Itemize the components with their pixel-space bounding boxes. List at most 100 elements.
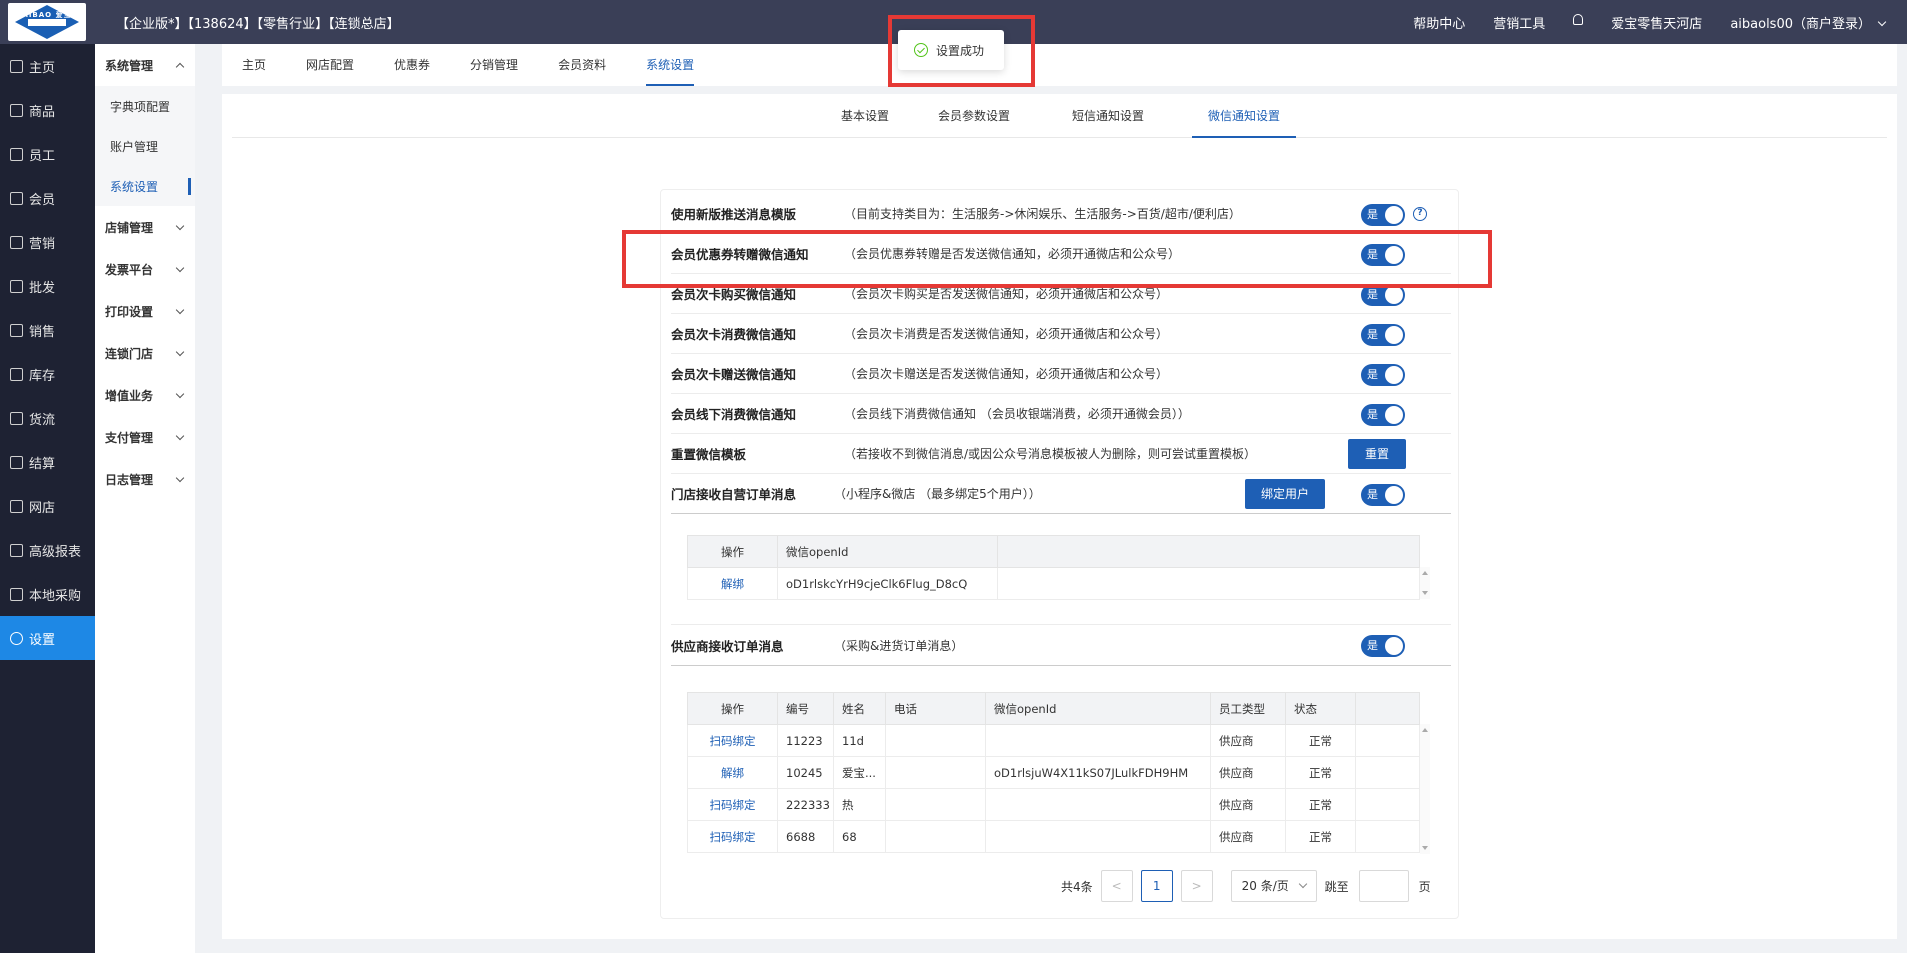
group-label: 日志管理 (105, 472, 154, 487)
pager-prev-button[interactable]: < (1100, 870, 1133, 902)
scan-bind-link[interactable]: 扫码绑定 (687, 820, 778, 853)
tab-system-settings[interactable]: 系统设置 (646, 44, 695, 86)
user-menu[interactable]: aibaols00（商户登录） (1730, 13, 1887, 32)
help-icon[interactable]: ? (1413, 207, 1427, 221)
reset-button[interactable]: 重置 (1348, 439, 1406, 469)
nav-member[interactable]: 会员 (0, 176, 95, 220)
store-name[interactable]: 爱宝零售天河店 (1611, 13, 1702, 32)
brand-logo[interactable]: AIBAO 爱宝 (8, 3, 86, 41)
tab-coupons[interactable]: 优惠券 (394, 44, 430, 86)
page-suffix: 页 (1418, 879, 1431, 894)
store-order-toggle[interactable]: 是 (1361, 484, 1405, 506)
page-size-value: 20 条/页 (1241, 879, 1289, 893)
gear-icon (10, 631, 23, 645)
nav-label: 员工 (29, 148, 56, 164)
subtab-basic[interactable]: 基本设置 (828, 94, 902, 138)
nav-staff[interactable]: 员工 (0, 132, 95, 176)
supplier-table-scrollbar[interactable] (1420, 724, 1430, 854)
setting-label: 会员优惠券转赠微信通知 (671, 247, 809, 262)
tab-member-info[interactable]: 会员资料 (558, 44, 606, 86)
col-header: 微信openId (777, 535, 998, 568)
marketing-tools-link[interactable]: 营销工具 (1493, 13, 1545, 32)
purchase-icon (10, 587, 23, 601)
setting-desc: （目前支持类目为：生活服务->休闲娱乐、生活服务->百货/超市/便利店） (844, 207, 1241, 221)
setting-row: 使用新版推送消息模版 （目前支持类目为：生活服务->休闲娱乐、生活服务->百货/… (671, 194, 1451, 234)
nav-settings[interactable]: 设置 (0, 616, 95, 660)
tab-home[interactable]: 主页 (242, 44, 266, 86)
subnav-item-dictionary[interactable]: 字典项配置 (95, 86, 195, 126)
subnav-item-accounts[interactable]: 账户管理 (95, 126, 195, 166)
pager-total: 共4条 (1061, 879, 1093, 894)
col-header: 状态 (1285, 692, 1356, 725)
report-icon (10, 543, 23, 557)
bell-icon[interactable] (1573, 13, 1584, 32)
bind-user-button[interactable]: 绑定用户 (1245, 479, 1325, 509)
pager-page-1[interactable]: 1 (1140, 870, 1173, 902)
subtab-sms[interactable]: 短信通知设置 (1060, 94, 1156, 138)
unbind-link[interactable]: 解绑 (687, 567, 778, 600)
nav-logistics[interactable]: 货流 (0, 396, 95, 440)
tab-distribution[interactable]: 分销管理 (470, 44, 518, 86)
subnav-group-store[interactable]: 店铺管理 (95, 206, 195, 248)
supplier-toggle[interactable]: 是 (1361, 635, 1405, 657)
setting-toggle[interactable]: 是 (1361, 364, 1405, 386)
setting-label: 会员次卡消费微信通知 (671, 327, 797, 342)
subtab-wechat[interactable]: 微信通知设置 (1192, 94, 1296, 138)
subtab-member-params[interactable]: 会员参数设置 (926, 94, 1022, 138)
table-row: 解绑 10245 爱宝... oD1rlsjuW4X11kS07JLulkFDH… (687, 756, 1420, 789)
subnav-group-invoice[interactable]: 发票平台 (95, 248, 195, 290)
col-header (1355, 692, 1420, 725)
pager-next-button[interactable]: > (1180, 870, 1213, 902)
nav-label: 本地采购 (29, 588, 82, 604)
marketing-icon (10, 235, 23, 249)
nav-local-purchase[interactable]: 本地采购 (0, 572, 95, 616)
nav-goods[interactable]: 商品 (0, 88, 95, 132)
nav-wholesale[interactable]: 批发 (0, 264, 95, 308)
supplier-row: 供应商接收订单消息 （采购&进货订单消息） 是 (671, 624, 1451, 666)
subnav-item-system-settings[interactable]: 系统设置 (95, 166, 195, 206)
jump-input[interactable] (1358, 870, 1409, 902)
status-cell: 正常 (1285, 724, 1356, 757)
subnav-group-chain[interactable]: 连锁门店 (95, 332, 195, 374)
page-size-select[interactable]: 20 条/页 (1230, 870, 1317, 902)
scan-bind-link[interactable]: 扫码绑定 (687, 788, 778, 821)
nav-reports[interactable]: 高级报表 (0, 528, 95, 572)
tab-webstore-config[interactable]: 网店配置 (306, 44, 354, 86)
setting-toggle[interactable]: 是 (1361, 324, 1405, 346)
nav-marketing[interactable]: 营销 (0, 220, 95, 264)
setting-toggle[interactable]: 是 (1361, 284, 1405, 306)
setting-toggle[interactable]: 是 (1361, 244, 1405, 266)
pagination: 共4条 < 1 > 20 条/页 跳至 页 (1061, 870, 1431, 902)
nav-label: 高级报表 (29, 544, 82, 560)
subnav-group-logs[interactable]: 日志管理 (95, 458, 195, 500)
empty-cell (997, 567, 1420, 600)
nav-settlement[interactable]: 结算 (0, 440, 95, 484)
toggle-label: 是 (1367, 328, 1378, 341)
chevron-up-icon (175, 62, 185, 71)
subnav-group-print[interactable]: 打印设置 (95, 290, 195, 332)
nav-inventory[interactable]: 库存 (0, 352, 95, 396)
setting-toggle[interactable]: 是 (1361, 204, 1405, 226)
settings-subtabs: 基本设置 会员参数设置 短信通知设置 微信通知设置 (232, 94, 1887, 138)
main-sidebar: 主页 商品 员工 会员 营销 批发 销售 库存 货流 结算 网店 高级报表 本地… (0, 44, 95, 953)
subnav-group-payment[interactable]: 支付管理 (95, 416, 195, 458)
reset-desc: （若接收不到微信消息/或因公众号消息模板被人为删除，则可尝试重置模板） (844, 447, 1257, 461)
openid-table-scrollbar[interactable] (1420, 567, 1430, 599)
group-label: 连锁门店 (105, 346, 154, 361)
chevron-down-icon (175, 305, 185, 314)
unbind-link[interactable]: 解绑 (687, 756, 778, 789)
help-center-link[interactable]: 帮助中心 (1413, 13, 1465, 32)
nav-webstore[interactable]: 网店 (0, 484, 95, 528)
wechat-settings-card: 使用新版推送消息模版 （目前支持类目为：生活服务->休闲娱乐、生活服务->百货/… (660, 189, 1459, 919)
nav-home[interactable]: 主页 (0, 44, 95, 88)
check-circle-icon (914, 43, 928, 57)
nav-sales[interactable]: 销售 (0, 308, 95, 352)
setting-toggle[interactable]: 是 (1361, 404, 1405, 426)
nav-label: 网店 (29, 500, 56, 516)
member-icon (10, 191, 23, 205)
subnav-group-system[interactable]: 系统管理 (95, 44, 195, 86)
chevron-down-icon (175, 473, 185, 482)
group-label: 发票平台 (105, 262, 154, 277)
scan-bind-link[interactable]: 扫码绑定 (687, 724, 778, 757)
subnav-group-value-added[interactable]: 增值业务 (95, 374, 195, 416)
